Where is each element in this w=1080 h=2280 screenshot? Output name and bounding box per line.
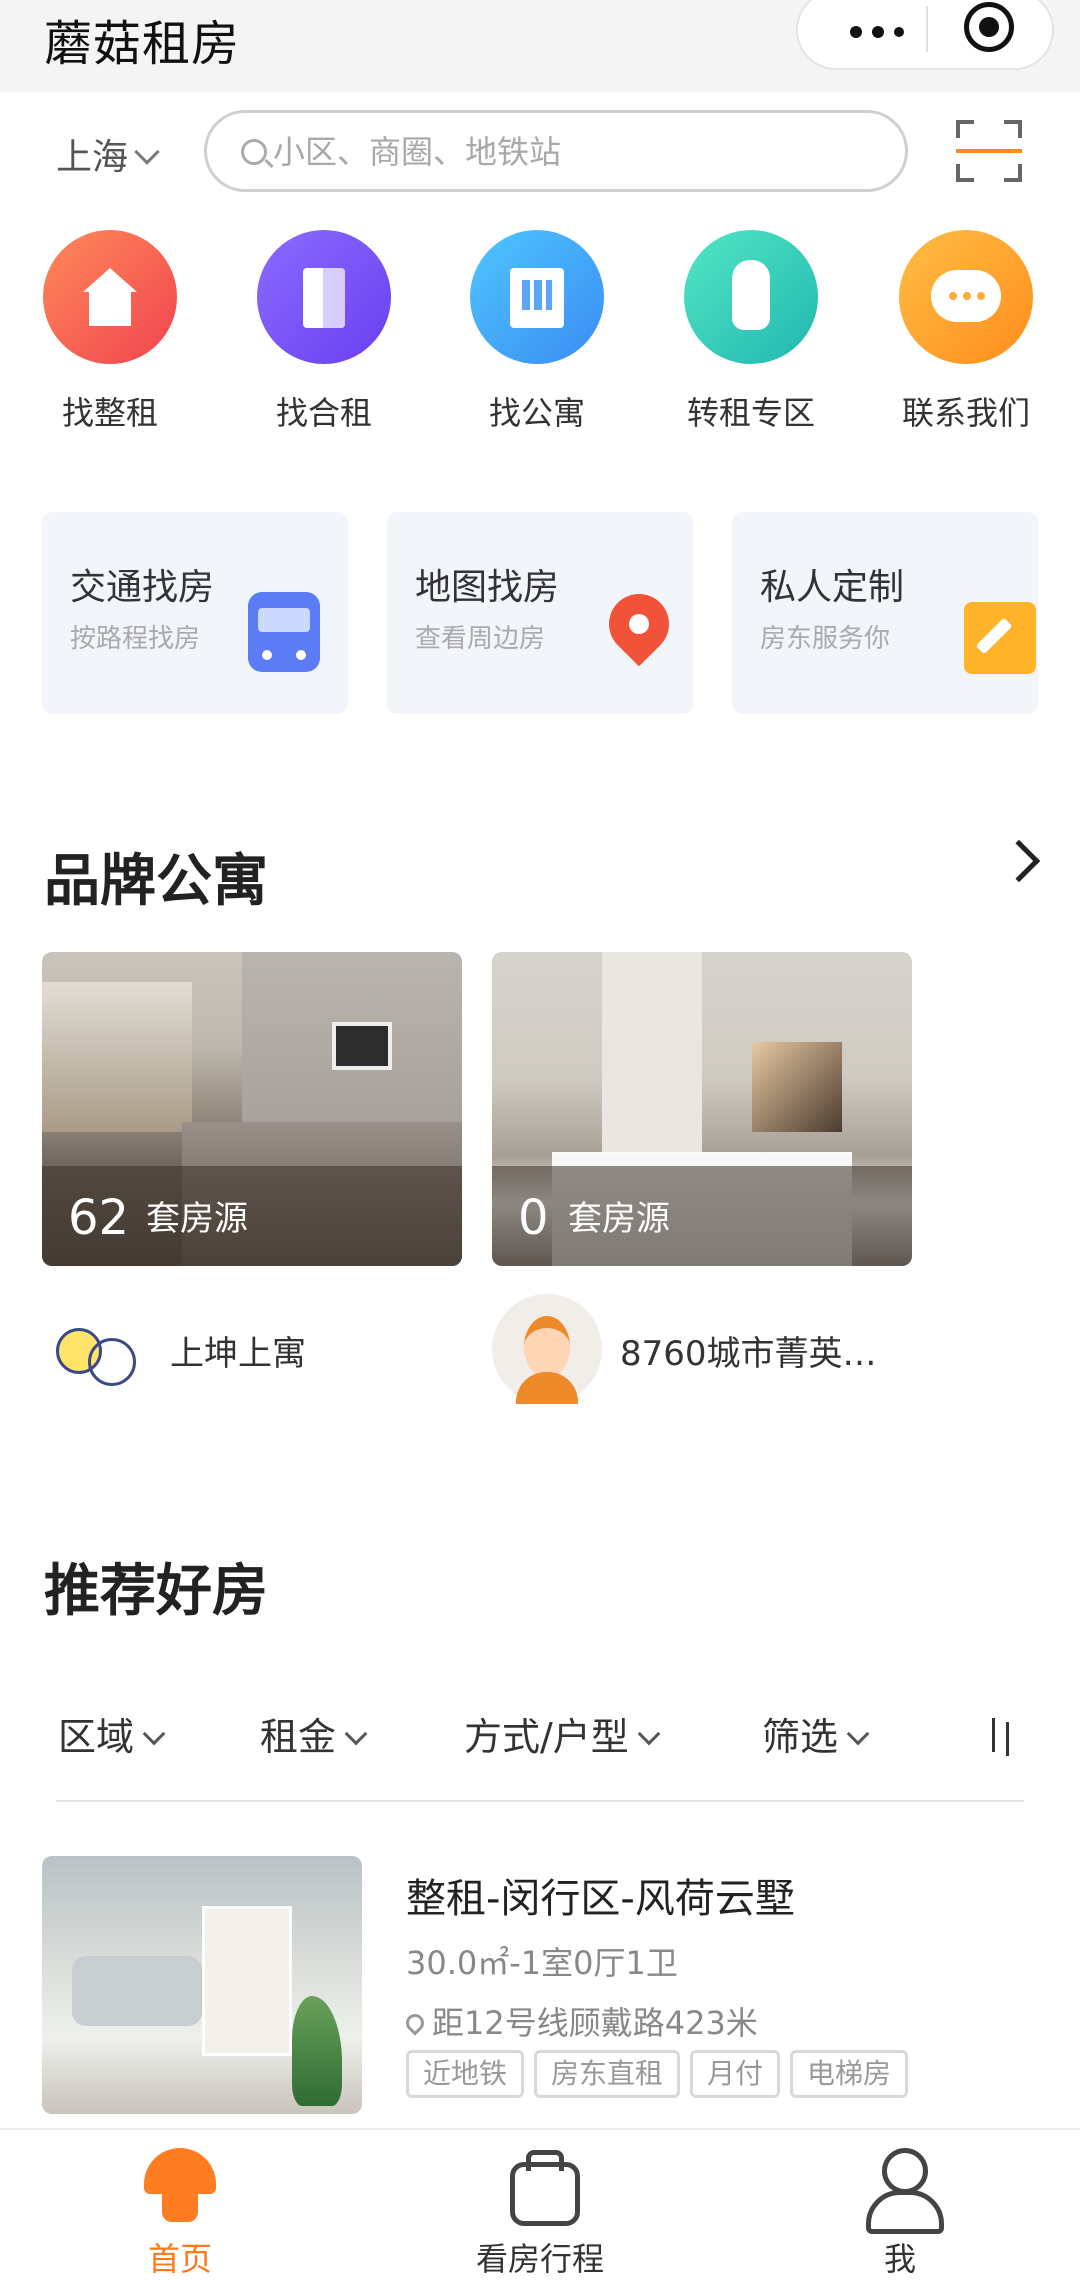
chevron-down-icon xyxy=(142,1722,166,1746)
mushroom-home-icon xyxy=(140,2146,220,2226)
nav-shared-rent[interactable]: 找合租 xyxy=(224,230,424,434)
tag: 月付 xyxy=(690,2050,781,2098)
brand-photo: 0 套房源 xyxy=(492,952,912,1266)
filter-type[interactable]: 方式/户型 xyxy=(464,1706,661,1761)
nav-whole-rent[interactable]: 找整租 xyxy=(10,230,210,434)
sort-icon[interactable] xyxy=(988,1718,1018,1758)
tab-home[interactable]: 首页 xyxy=(80,2146,280,2280)
tab-label: 看房行程 xyxy=(475,2240,604,2278)
listing-count-label: 套房源 xyxy=(146,1199,248,1239)
nav-contact-us[interactable]: 联系我们 xyxy=(866,230,1066,434)
page: 蘑菇租房 上海 找整租 找合租 找公寓 转租专区 xyxy=(0,0,1080,2280)
tag: 电梯房 xyxy=(790,2050,909,2098)
quick-nav: 找整租 找合租 找公寓 转租专区 联系我们 xyxy=(0,230,1080,440)
chat-bubble-icon xyxy=(899,230,1033,364)
mini-program-capsule xyxy=(796,0,1054,70)
divider xyxy=(56,1800,1024,1802)
card-subtitle: 查看周边房 xyxy=(415,624,546,654)
listing-location: 距12号线顾戴路423米 xyxy=(402,1998,758,2044)
filter-rent[interactable]: 租金 xyxy=(260,1706,368,1761)
brand-name: 8760城市菁英… xyxy=(620,1334,877,1374)
filter-bar: 区域 租金 方式/户型 筛选 xyxy=(0,1706,1080,1806)
brand-photo: 62 套房源 xyxy=(42,952,462,1266)
search-input[interactable] xyxy=(273,127,873,177)
feature-cards: 交通找房 按路程找房 地图找房 查看周边房 私人定制 房东服务你 xyxy=(0,512,1080,714)
tab-label: 我 xyxy=(883,2240,916,2278)
filter-label: 方式/户型 xyxy=(464,1715,629,1759)
chevron-down-icon xyxy=(134,139,160,165)
card-custom-service[interactable]: 私人定制 房东服务你 xyxy=(732,512,1038,714)
user-icon xyxy=(860,2146,944,2234)
listing-spec: 30.0㎡-1室0厅1卫 xyxy=(406,1944,678,1982)
chevron-down-icon xyxy=(846,1722,870,1746)
nav-sublet[interactable]: 转租专区 xyxy=(651,230,851,434)
filter-more[interactable]: 筛选 xyxy=(762,1706,870,1761)
custom-tag-icon xyxy=(964,602,1036,674)
tag: 房东直租 xyxy=(534,2050,681,2098)
brand-logo xyxy=(42,1294,152,1404)
filter-label: 筛选 xyxy=(762,1715,839,1759)
nav-label: 找合租 xyxy=(275,394,372,432)
hand-tap-icon xyxy=(684,230,818,364)
brand-owner: 8760城市菁英… xyxy=(492,1280,912,1404)
card-title: 私人定制 xyxy=(760,567,905,608)
search-icon xyxy=(241,139,267,165)
photo-overlay xyxy=(492,1166,912,1266)
card-subtitle: 按路程找房 xyxy=(70,624,201,654)
section-title-recommend: 推荐好房 xyxy=(44,1559,268,1624)
listing-count-label: 套房源 xyxy=(568,1199,670,1239)
more-icon[interactable] xyxy=(834,18,924,48)
card-title: 交通找房 xyxy=(70,567,215,608)
listing-title: 整租-闵行区-风荷云墅 xyxy=(406,1876,795,1922)
nav-apartment[interactable]: 找公寓 xyxy=(437,230,637,434)
map-pin-icon xyxy=(596,581,682,667)
close-target-icon[interactable] xyxy=(964,2,1014,52)
train-icon xyxy=(248,592,320,672)
filter-label: 租金 xyxy=(260,1715,337,1759)
listing-photo xyxy=(42,1856,362,2114)
section-title-brand: 品牌公寓 xyxy=(44,849,268,914)
scan-icon[interactable] xyxy=(956,120,1022,182)
brand-name: 上坤上寓 xyxy=(170,1334,306,1374)
avatar xyxy=(492,1294,602,1404)
city-label: 上海 xyxy=(56,137,129,178)
nav-label: 找整租 xyxy=(61,394,158,432)
app-title: 蘑菇租房 xyxy=(44,16,241,72)
capsule-divider xyxy=(926,6,928,52)
list-item[interactable]: 整租-闵行区-风荷云墅 30.0㎡-1室0厅1卫 距12号线顾戴路423米 近地… xyxy=(42,1856,1042,2116)
suitcase-icon xyxy=(500,2146,580,2226)
tab-viewing-schedule[interactable]: 看房行程 xyxy=(440,2146,640,2280)
listing-tags: 近地铁 房东直租 月付 电梯房 xyxy=(406,2050,918,2100)
brand-card[interactable]: 0 套房源 8760城市菁英… xyxy=(492,952,912,1404)
listing-location-text: 距12号线顾戴路423米 xyxy=(432,2004,758,2042)
card-transit-search[interactable]: 交通找房 按路程找房 xyxy=(42,512,348,714)
nav-label: 找公寓 xyxy=(488,394,585,432)
chevron-down-icon xyxy=(344,1722,368,1746)
card-subtitle: 房东服务你 xyxy=(760,624,891,654)
card-map-search[interactable]: 地图找房 查看周边房 xyxy=(387,512,693,714)
tab-label: 首页 xyxy=(147,2240,212,2278)
tab-bar: 首页 看房行程 我 xyxy=(0,2128,1080,2280)
brand-owner: 上坤上寓 xyxy=(42,1280,462,1404)
search-bar[interactable] xyxy=(204,110,908,192)
listing-count: 62 xyxy=(68,1190,130,1246)
nav-label: 转租专区 xyxy=(686,394,815,432)
building-icon xyxy=(470,230,604,364)
brand-card[interactable]: 62 套房源 上坤上寓 xyxy=(42,952,462,1404)
chevron-right-icon[interactable] xyxy=(997,839,1041,883)
filter-area[interactable]: 区域 xyxy=(58,1706,166,1761)
app-header: 蘑菇租房 xyxy=(0,0,1080,92)
tag: 近地铁 xyxy=(406,2050,525,2098)
city-selector[interactable]: 上海 xyxy=(56,128,160,180)
card-title: 地图找房 xyxy=(415,567,560,608)
nav-label: 联系我们 xyxy=(901,394,1030,432)
tab-me[interactable]: 我 xyxy=(800,2146,1000,2280)
door-icon xyxy=(257,230,391,364)
house-icon xyxy=(43,230,177,364)
listing-count: 0 xyxy=(518,1190,549,1246)
location-pin-icon xyxy=(402,2010,428,2036)
filter-label: 区域 xyxy=(58,1715,135,1759)
chevron-down-icon xyxy=(637,1722,661,1746)
